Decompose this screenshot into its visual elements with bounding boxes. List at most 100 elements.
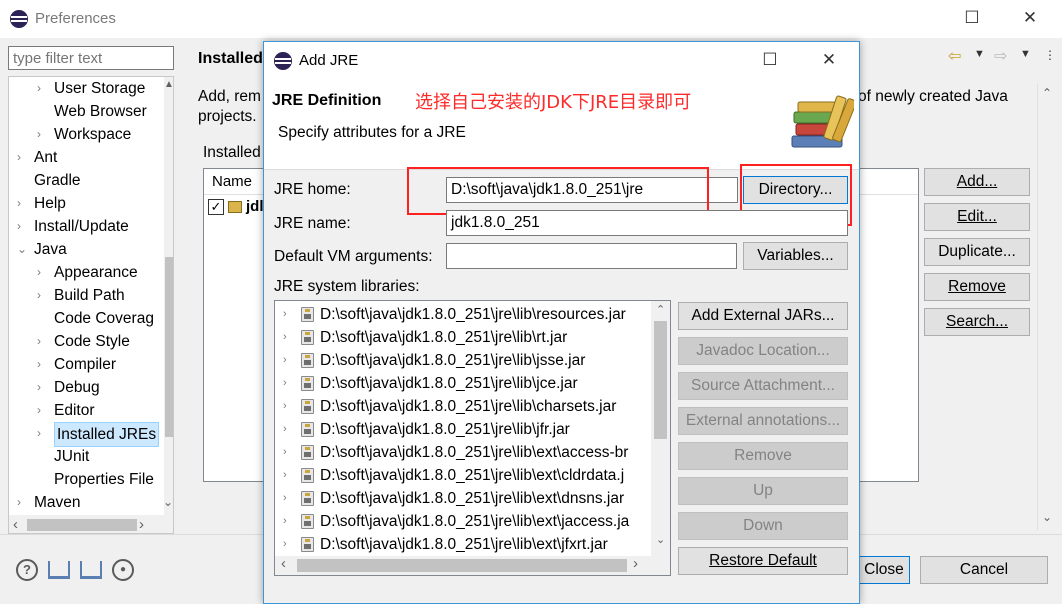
remove-library-button[interactable]: Remove — [678, 442, 848, 470]
tree-collapsed-icon[interactable]: › — [37, 376, 41, 399]
import-icon[interactable] — [48, 561, 70, 579]
libraries-hscroll-thumb[interactable] — [297, 559, 627, 572]
record-icon[interactable]: ● — [112, 559, 134, 581]
external-annotations-button[interactable]: External annotations... — [678, 407, 848, 435]
tree-item-label: Web Browser — [54, 103, 147, 120]
library-row[interactable]: › D:\soft\java\jdk1.8.0_251\jre\lib\ext\j… — [275, 510, 651, 533]
filter-input[interactable] — [8, 46, 174, 70]
tree-collapsed-icon[interactable]: › — [17, 192, 21, 215]
back-arrow-icon[interactable]: ⇦ — [948, 46, 961, 66]
tree-collapsed-icon[interactable]: › — [17, 215, 21, 238]
library-path: D:\soft\java\jdk1.8.0_251\jre\lib\jsse.j… — [320, 352, 586, 369]
tree-collapsed-icon[interactable]: › — [37, 330, 41, 353]
jre-name-label: JRE name: — [274, 215, 351, 232]
jre-checkbox[interactable]: ✓ — [208, 199, 224, 215]
tree-collapsed-icon[interactable]: › — [17, 146, 21, 169]
duplicate-button[interactable]: Duplicate... — [924, 238, 1030, 266]
libraries-scroll-left-icon[interactable]: ‹ — [281, 555, 286, 572]
up-button[interactable]: Up — [678, 477, 848, 505]
tree-collapsed-icon[interactable]: › — [17, 491, 21, 514]
library-row[interactable]: › D:\soft\java\jdk1.8.0_251\jre\lib\ext\a… — [275, 441, 651, 464]
forward-arrow-icon[interactable]: ⇨ — [994, 46, 1007, 66]
dialog-maximize-icon[interactable]: ☐ — [750, 50, 790, 70]
add-button[interactable]: Add... — [924, 168, 1030, 196]
scroll-right-icon[interactable]: › — [139, 516, 144, 533]
libraries-scroll-up-icon[interactable]: ⌃ — [656, 303, 665, 316]
expand-arrow-icon[interactable]: › — [283, 441, 287, 464]
edit-button[interactable]: Edit... — [924, 203, 1030, 231]
tree-collapsed-icon[interactable]: › — [37, 77, 41, 100]
jar-file-icon — [301, 330, 314, 345]
search-button[interactable]: Search... — [924, 308, 1030, 336]
library-row[interactable]: › D:\soft\java\jdk1.8.0_251\jre\lib\ext\j… — [275, 533, 651, 556]
tree-collapsed-icon[interactable]: › — [37, 399, 41, 422]
vm-arguments-input[interactable] — [446, 243, 737, 269]
tree-item-label: Install/Update — [34, 218, 129, 235]
libraries-scroll-down-icon[interactable]: ⌄ — [656, 533, 665, 546]
help-icon[interactable]: ? — [16, 559, 38, 581]
libraries-vscroll-thumb[interactable] — [654, 321, 667, 439]
export-icon[interactable] — [80, 561, 102, 579]
apply-and-close-button[interactable]: Close — [858, 556, 910, 584]
cancel-button[interactable]: Cancel — [920, 556, 1048, 584]
library-row[interactable]: › D:\soft\java\jdk1.8.0_251\jre\lib\jce.j… — [275, 372, 651, 395]
restore-default-button[interactable]: Restore Default — [678, 547, 848, 575]
tree-scroll-thumb[interactable] — [165, 257, 173, 437]
expand-arrow-icon[interactable]: › — [283, 418, 287, 441]
expand-arrow-icon[interactable]: › — [283, 303, 287, 326]
libraries-scroll-right-icon[interactable]: › — [633, 555, 638, 572]
remove-button[interactable]: Remove — [924, 273, 1030, 301]
library-row[interactable]: › D:\soft\java\jdk1.8.0_251\jre\lib\resou… — [275, 303, 651, 326]
library-row[interactable]: › D:\soft\java\jdk1.8.0_251\jre\lib\chars… — [275, 395, 651, 418]
expand-arrow-icon[interactable]: › — [283, 372, 287, 395]
expand-arrow-icon[interactable]: › — [283, 349, 287, 372]
tree-item-label: Java — [34, 241, 67, 258]
library-row[interactable]: › D:\soft\java\jdk1.8.0_251\jre\lib\ext\d… — [275, 487, 651, 510]
expand-arrow-icon[interactable]: › — [283, 326, 287, 349]
back-dropdown-icon[interactable]: ▼ — [974, 48, 985, 60]
expand-arrow-icon[interactable]: › — [283, 464, 287, 487]
tree-collapsed-icon[interactable]: › — [37, 284, 41, 307]
source-attachment-button[interactable]: Source Attachment... — [678, 372, 848, 400]
jre-home-label: JRE home: — [274, 181, 351, 198]
tree-collapsed-icon[interactable]: › — [37, 261, 41, 284]
close-icon[interactable]: ✕ — [1010, 8, 1050, 28]
expand-arrow-icon[interactable]: › — [283, 487, 287, 510]
page-scroll-down-icon[interactable]: ⌄ — [1042, 510, 1052, 524]
expand-arrow-icon[interactable]: › — [283, 395, 287, 418]
tree-collapsed-icon[interactable]: › — [37, 123, 41, 146]
library-row[interactable]: › D:\soft\java\jdk1.8.0_251\jre\lib\jsse.… — [275, 349, 651, 372]
page-scroll-up-icon[interactable]: ⌃ — [1042, 86, 1052, 100]
expand-arrow-icon[interactable]: › — [283, 510, 287, 533]
library-row[interactable]: › D:\soft\java\jdk1.8.0_251\jre\lib\ext\c… — [275, 464, 651, 487]
dialog-close-icon[interactable]: ✕ — [809, 50, 849, 70]
view-menu-icon[interactable]: ⋮ — [1044, 48, 1056, 62]
javadoc-location-button[interactable]: Javadoc Location... — [678, 337, 848, 365]
expand-arrow-icon[interactable]: › — [283, 533, 287, 556]
up-button-label: Up — [753, 482, 773, 499]
search-button-label: Search... — [945, 313, 1009, 330]
library-row[interactable]: › D:\soft\java\jdk1.8.0_251\jre\lib\jfr.j… — [275, 418, 651, 441]
maximize-icon[interactable]: ☐ — [952, 8, 992, 28]
library-row[interactable]: › D:\soft\java\jdk1.8.0_251\jre\lib\rt.ja… — [275, 326, 651, 349]
forward-dropdown-icon[interactable]: ▼ — [1020, 48, 1031, 60]
scroll-left-icon[interactable]: ‹ — [13, 516, 18, 533]
system-libraries-list[interactable]: › D:\soft\java\jdk1.8.0_251\jre\lib\resou… — [274, 300, 671, 576]
tree-horizontal-scrollbar[interactable]: ‹ › — [9, 515, 173, 533]
jar-file-icon — [301, 307, 314, 322]
page-vertical-scrollbar[interactable]: ⌃ ⌄ — [1037, 84, 1057, 530]
jre-name-input[interactable]: jdk1.8.0_251 — [446, 210, 848, 236]
tree-expanded-icon[interactable]: ⌄ — [17, 238, 27, 261]
add-external-jars-button[interactable]: Add External JARs... — [678, 302, 848, 330]
tree-item-label: Code Style — [54, 333, 130, 350]
tree-collapsed-icon[interactable]: › — [37, 353, 41, 376]
tree-collapsed-icon[interactable]: › — [37, 422, 41, 445]
scroll-up-icon[interactable]: ▲ — [164, 79, 173, 90]
variables-button[interactable]: Variables... — [743, 242, 848, 270]
down-button[interactable]: Down — [678, 512, 848, 540]
name-column-header[interactable]: Name — [212, 173, 252, 190]
remove-library-label: Remove — [734, 447, 792, 464]
jar-file-icon — [301, 445, 314, 460]
scroll-down-icon[interactable]: ⌄ — [161, 495, 173, 509]
tree-hscroll-thumb[interactable] — [27, 519, 137, 531]
